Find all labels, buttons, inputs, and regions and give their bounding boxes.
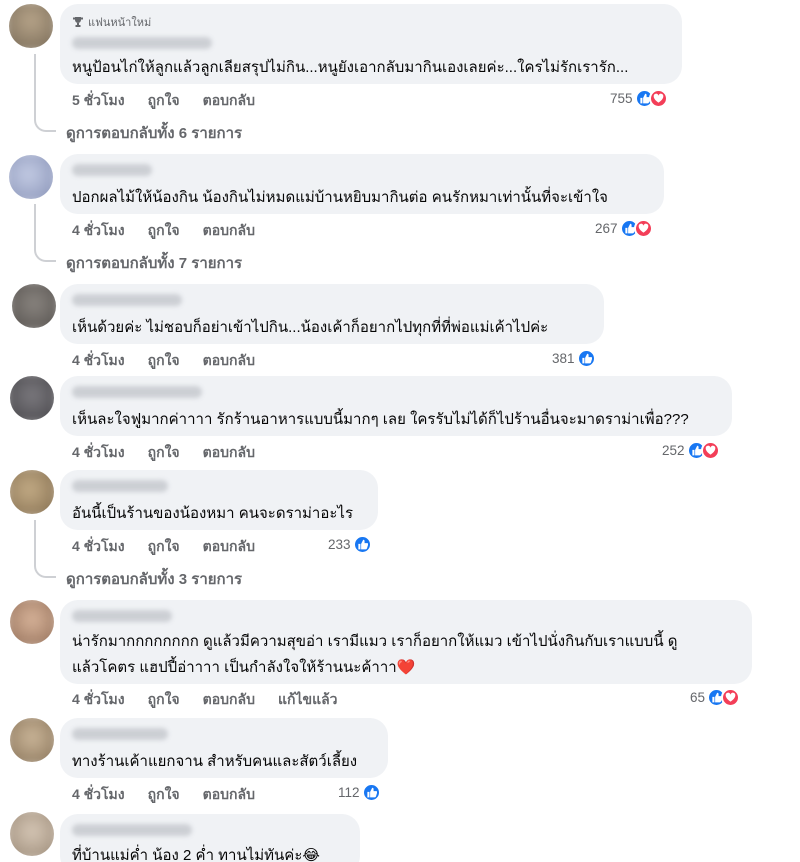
- timestamp[interactable]: 4 ชั่วโมง: [72, 784, 125, 806]
- comment-bubble: ปอกผลไม้ให้น้องกิน น้องกินไม่หมดแม่บ้านห…: [60, 154, 664, 214]
- reply-button[interactable]: ตอบกลับ: [203, 350, 255, 372]
- comment-text: แล้วโคตร แฮปปี้อ่าาาา เป็นกำลังใจให้ร้าน…: [72, 659, 416, 676]
- comment-actions: 4 ชั่วโมง ถูกใจ ตอบกลับ: [72, 220, 278, 242]
- comment-actions: 4 ชั่วโมง ถูกใจ ตอบกลับ แก้ไขแล้ว: [72, 689, 361, 711]
- avatar[interactable]: [10, 600, 54, 644]
- author-name[interactable]: [72, 386, 202, 398]
- comment-actions: 4 ชั่วโมง ถูกใจ ตอบกลับ: [72, 442, 278, 464]
- reply-button[interactable]: ตอบกลับ: [203, 442, 255, 464]
- reply-button[interactable]: ตอบกลับ: [203, 689, 255, 711]
- author-name[interactable]: [72, 480, 168, 492]
- timestamp[interactable]: 4 ชั่วโมง: [72, 350, 125, 372]
- like-button[interactable]: ถูกใจ: [148, 220, 180, 242]
- view-replies-link[interactable]: ดูการตอบกลับทั้ง 3 รายการ: [66, 567, 242, 591]
- reply-thread-line: [34, 54, 56, 132]
- comment-actions: 4 ชั่วโมง ถูกใจ ตอบกลับ: [72, 350, 278, 372]
- like-button[interactable]: ถูกใจ: [148, 689, 180, 711]
- timestamp[interactable]: 4 ชั่วโมง: [72, 689, 125, 711]
- thumbs-up-icon: [361, 783, 381, 802]
- author-name[interactable]: [72, 37, 212, 49]
- author-name[interactable]: [72, 164, 152, 176]
- heart-icon: [700, 441, 720, 460]
- comment-bubble: เห็นด้วยค่ะ ไม่ชอบก็อย่าเข้าไปกิน...น้อง…: [60, 284, 604, 344]
- comment-actions: 4 ชั่วโมง ถูกใจ ตอบกลับ: [72, 536, 278, 558]
- avatar[interactable]: [10, 812, 54, 856]
- reaction-count[interactable]: 252: [662, 441, 720, 460]
- author-name[interactable]: [72, 728, 168, 740]
- like-button[interactable]: ถูกใจ: [148, 90, 180, 112]
- heart-icon: [648, 89, 668, 108]
- reaction-count[interactable]: 65: [690, 688, 741, 707]
- reply-button[interactable]: ตอบกลับ: [203, 90, 255, 112]
- fan-badge: แฟนหน้าใหม่: [72, 13, 151, 31]
- comment-text: ที่บ้านแม่ค่ำ น้อง 2 ค่ำ ทานไม่ทันค่ะ😂: [72, 847, 320, 862]
- timestamp[interactable]: 4 ชั่วโมง: [72, 442, 125, 464]
- reply-button[interactable]: ตอบกลับ: [203, 784, 255, 806]
- author-name[interactable]: [72, 294, 182, 306]
- avatar[interactable]: [10, 470, 54, 514]
- timestamp[interactable]: 4 ชั่วโมง: [72, 536, 125, 558]
- comment-actions: 5 ชั่วโมง ถูกใจ ตอบกลับ: [72, 90, 278, 112]
- thumbs-up-icon: [352, 535, 372, 554]
- avatar[interactable]: [9, 155, 53, 199]
- heart-icon: [633, 219, 653, 238]
- trophy-icon: [73, 17, 83, 27]
- reply-thread-line: [34, 520, 56, 578]
- like-button[interactable]: ถูกใจ: [148, 350, 180, 372]
- like-button[interactable]: ถูกใจ: [148, 784, 180, 806]
- comment-text: เห็นด้วยค่ะ ไม่ชอบก็อย่าเข้าไปกิน...น้อง…: [72, 319, 549, 336]
- comment-bubble: ที่บ้านแม่ค่ำ น้อง 2 ค่ำ ทานไม่ทันค่ะ😂: [60, 814, 360, 862]
- avatar[interactable]: [10, 376, 54, 420]
- reaction-count[interactable]: 381: [552, 349, 596, 368]
- view-replies-link[interactable]: ดูการตอบกลับทั้ง 6 รายการ: [66, 121, 242, 145]
- like-button[interactable]: ถูกใจ: [148, 442, 180, 464]
- heart-icon: [721, 688, 741, 707]
- view-replies-link[interactable]: ดูการตอบกลับทั้ง 7 รายการ: [66, 251, 242, 275]
- comment-text: ปอกผลไม้ให้น้องกิน น้องกินไม่หมดแม่บ้านห…: [72, 189, 608, 206]
- edited-label[interactable]: แก้ไขแล้ว: [278, 689, 338, 711]
- reply-button[interactable]: ตอบกลับ: [203, 220, 255, 242]
- like-button[interactable]: ถูกใจ: [148, 536, 180, 558]
- avatar[interactable]: [10, 718, 54, 762]
- comment-text: ทางร้านเค้าแยกจาน สำหรับคนและสัตว์เลี้ยง: [72, 753, 358, 770]
- comment-text: น่ารักมากกกกกกกก ดูแล้วมีความสุขอ่า เราม…: [72, 633, 678, 650]
- author-name[interactable]: [72, 610, 172, 622]
- comment-text: หนูป้อนไก่ให้ลูกแล้วลูกเลียสรุปไม่กิน...…: [72, 59, 629, 76]
- reaction-count[interactable]: 755: [610, 89, 668, 108]
- badge-label: แฟนหน้าใหม่: [88, 17, 152, 29]
- reaction-count[interactable]: 233: [328, 535, 372, 554]
- comment-actions: 4 ชั่วโมง ถูกใจ ตอบกลับ: [72, 784, 278, 806]
- comment-bubble: ทางร้านเค้าแยกจาน สำหรับคนและสัตว์เลี้ยง: [60, 718, 388, 778]
- comment-bubble: น่ารักมากกกกกกกก ดูแล้วมีความสุขอ่า เราม…: [60, 600, 752, 684]
- timestamp[interactable]: 4 ชั่วโมง: [72, 220, 125, 242]
- comment-bubble: อันนี้เป็นร้านของน้องหมา คนจะดราม่าอะไร: [60, 470, 378, 530]
- reaction-count[interactable]: 112: [338, 783, 381, 802]
- avatar[interactable]: [12, 284, 56, 328]
- reaction-count[interactable]: 267: [595, 219, 653, 238]
- thumbs-up-icon: [576, 349, 596, 368]
- comment-bubble: เห็นละใจฟูมากค่าาาา รักร้านอาหารแบบนี้มา…: [60, 376, 732, 436]
- reply-button[interactable]: ตอบกลับ: [203, 536, 255, 558]
- comment-text: เห็นละใจฟูมากค่าาาา รักร้านอาหารแบบนี้มา…: [72, 411, 689, 428]
- avatar[interactable]: [9, 4, 53, 48]
- reply-thread-line: [34, 204, 56, 262]
- timestamp[interactable]: 5 ชั่วโมง: [72, 90, 125, 112]
- comment-text: อันนี้เป็นร้านของน้องหมา คนจะดราม่าอะไร: [72, 505, 354, 522]
- author-name[interactable]: [72, 824, 192, 836]
- comment-bubble: แฟนหน้าใหม่ หนูป้อนไก่ให้ลูกแล้วลูกเลียส…: [60, 4, 682, 84]
